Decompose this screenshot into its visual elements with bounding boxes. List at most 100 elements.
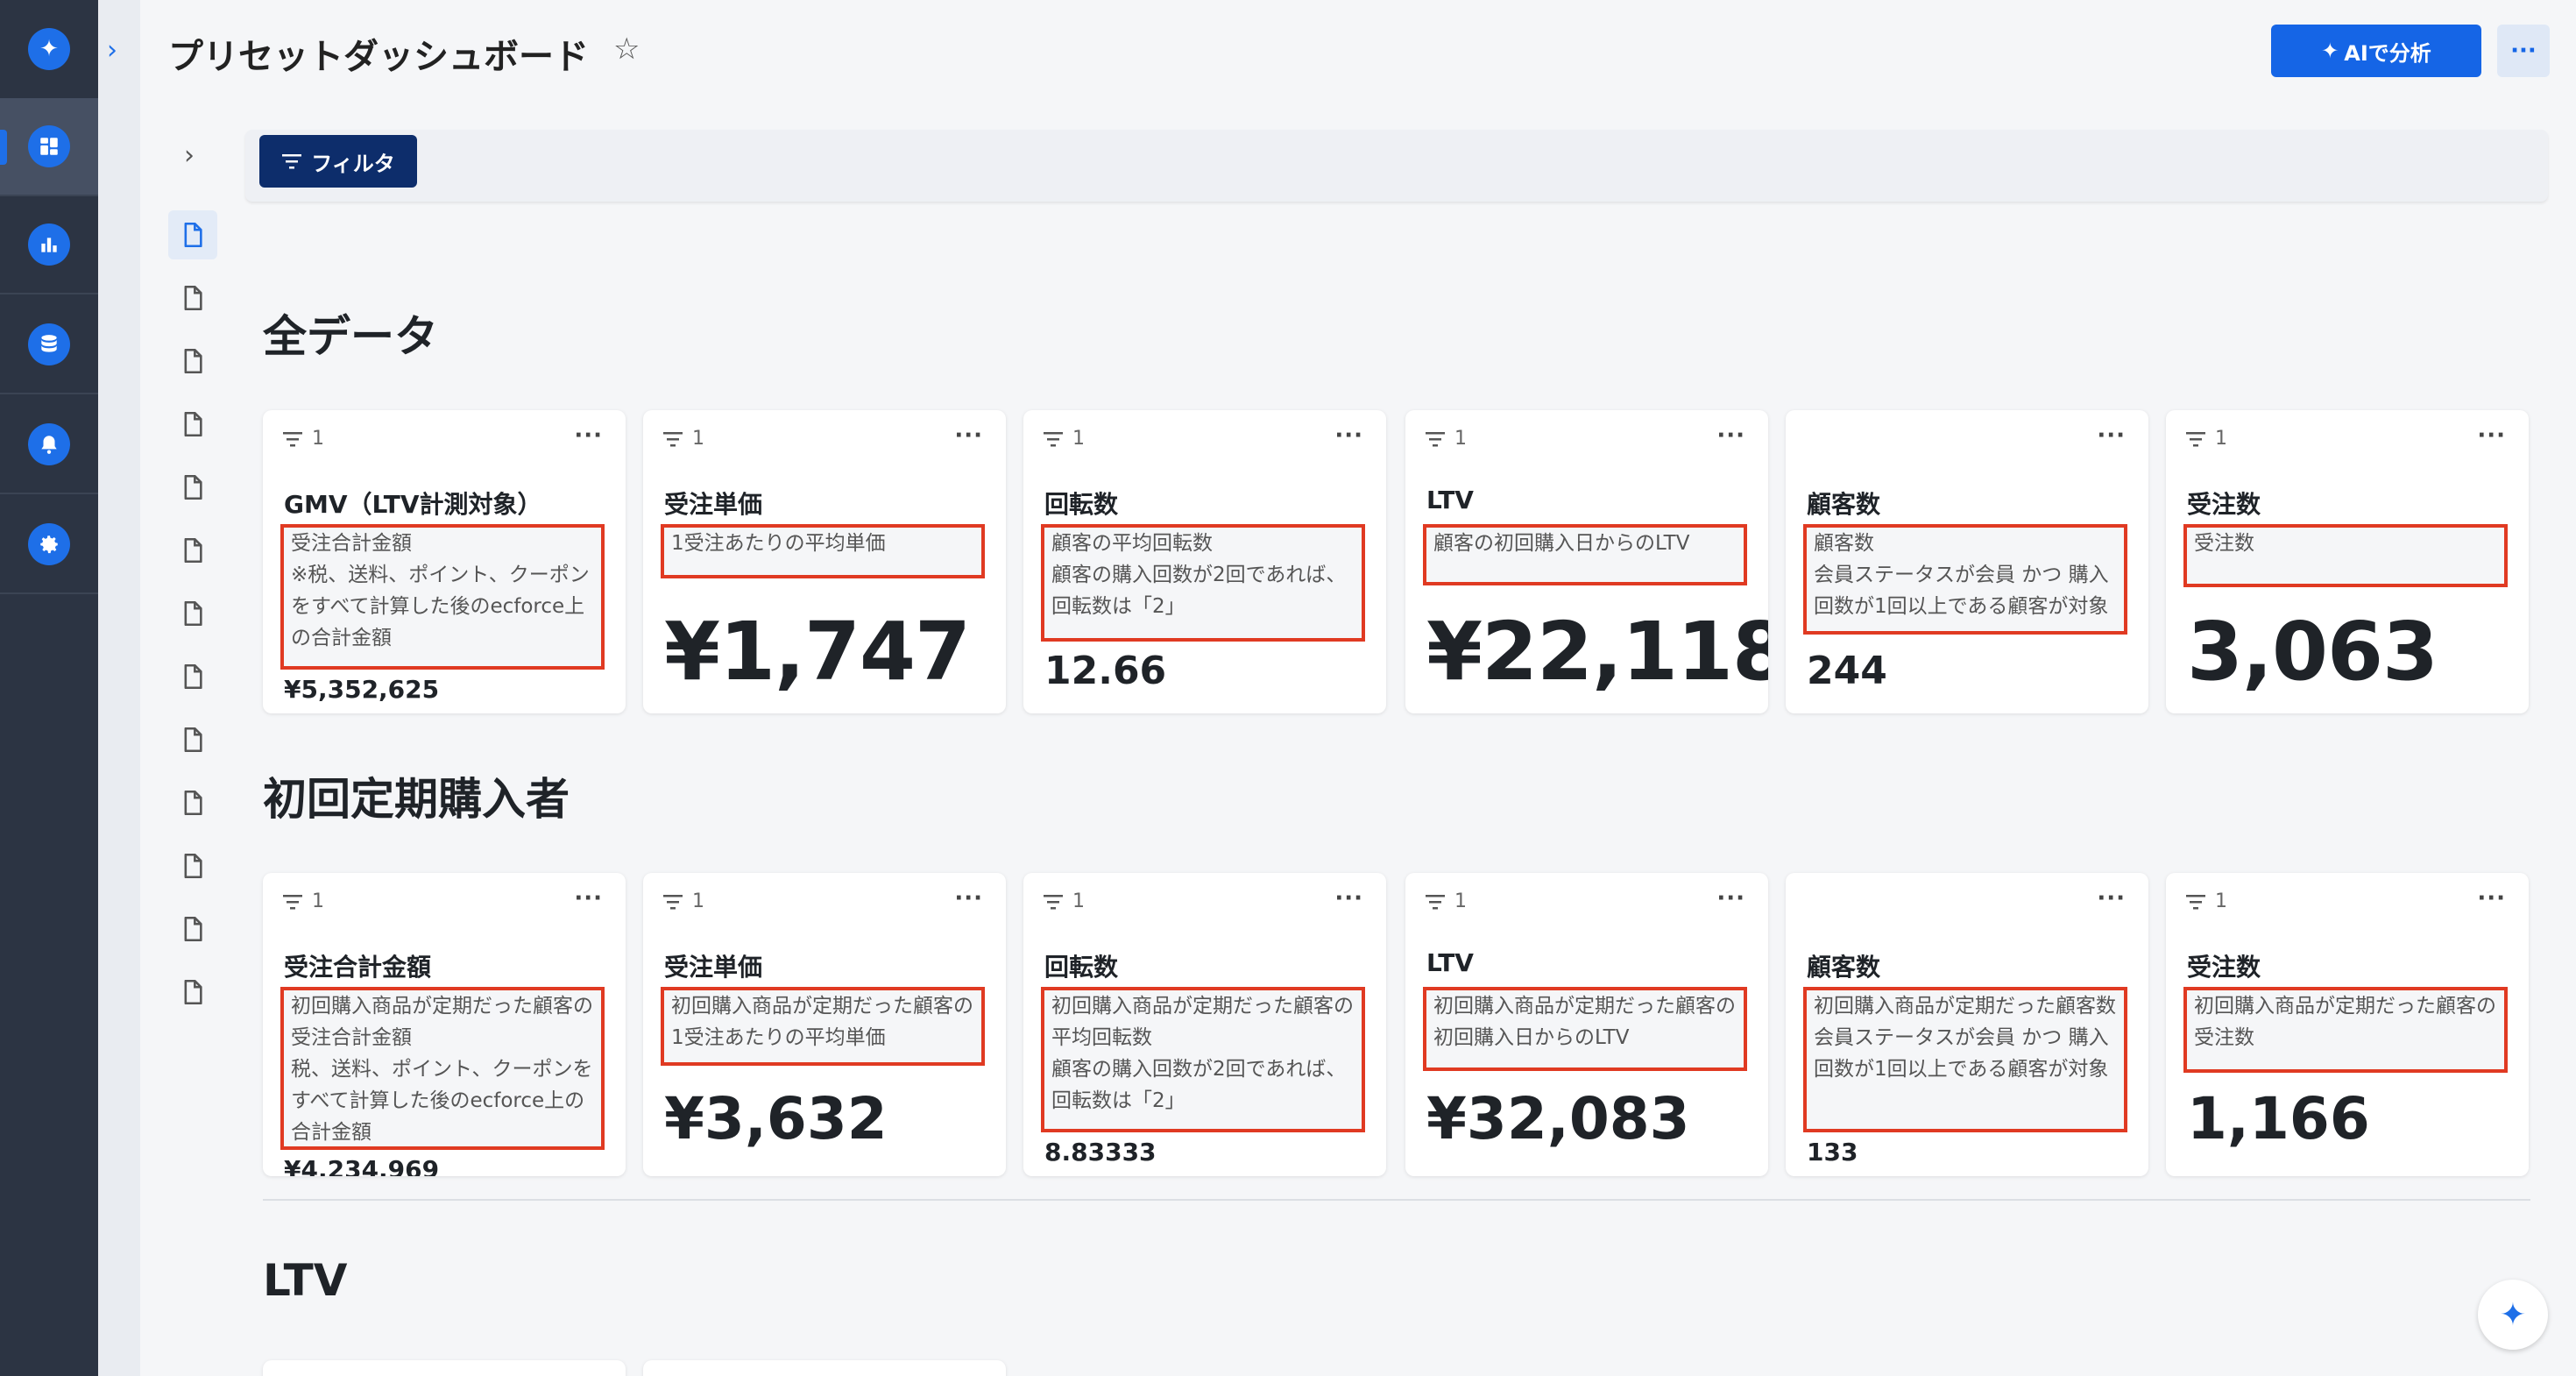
document-icon[interactable] — [168, 463, 217, 512]
metric-card[interactable]: 1 ··· LTV 顧客の初回購入日からのLTV ¥22,118 — [1405, 410, 1768, 713]
filter-icon — [1044, 431, 1063, 446]
document-icon[interactable] — [168, 778, 217, 827]
card-title: 受注単価 — [664, 490, 763, 519]
document-icon[interactable] — [168, 841, 217, 890]
document-icon[interactable] — [168, 400, 217, 449]
metric-card[interactable]: 1 ··· 受注単価 初回購入商品が定期だった顧客の1受注あたりの平均単価 ¥3,632 — [643, 873, 1006, 1176]
filter-count-value: 1 — [312, 890, 324, 912]
card-value: ¥22,118 — [1426, 605, 1768, 699]
card-value: 8.83333 — [1044, 1138, 1157, 1167]
logo-sparkle-icon[interactable]: ✦ — [28, 28, 70, 70]
filter-icon — [2186, 431, 2205, 446]
document-icon[interactable] — [168, 715, 217, 764]
page-header: プリセットダッシュボード ☆ ✦ AIで分析 ··· — [140, 0, 2576, 103]
card-title: 受注単価 — [664, 953, 763, 982]
metric-card[interactable]: 1 ··· 受注合計金額 初回購入商品が定期だった顧客の受注合計金額 税、送料、ポイン… — [263, 873, 626, 1176]
filter-label: フィルタ — [311, 151, 395, 176]
more-icon[interactable]: ··· — [1716, 885, 1745, 911]
chevron-right-icon[interactable]: › — [184, 140, 195, 171]
card-title: 受注数 — [2187, 953, 2261, 982]
filter-count[interactable]: 1 — [662, 428, 704, 450]
card-description: 顧客の平均回転数 顧客の購入回数が2回であれば、回転数は「2」 — [1041, 524, 1365, 642]
database-icon — [41, 335, 57, 352]
filter-count[interactable]: 1 — [1043, 890, 1085, 912]
card-title: 受注合計金額 — [284, 953, 432, 982]
more-icon[interactable]: ··· — [2477, 885, 2506, 911]
card-description: 初回購入商品が定期だった顧客の受注数 — [2183, 987, 2508, 1073]
more-icon[interactable]: ··· — [954, 885, 983, 911]
filter-count[interactable]: 1 — [2185, 428, 2227, 450]
document-icon[interactable] — [168, 904, 217, 954]
more-icon[interactable]: ··· — [1716, 422, 1745, 449]
section-title: 全データ — [263, 311, 438, 362]
filter-count[interactable]: 1 — [1425, 890, 1467, 912]
filter-count[interactable]: 1 — [662, 890, 704, 912]
card-description: 初回購入商品が定期だった顧客の初回購入日からのLTV — [1423, 987, 1747, 1071]
metric-card[interactable]: 1 ··· GMV（LTV計測対象） 受注合計金額 ※税、送料、ポイント、クーポンをす… — [263, 410, 626, 713]
card-value: 1,166 — [2187, 1085, 2370, 1153]
more-icon[interactable]: ··· — [2097, 422, 2126, 449]
metric-card[interactable]: 1 ··· 回転数 顧客の平均回転数 顧客の購入回数が2回であれば、回転数は「2」 12… — [1023, 410, 1386, 713]
card-title: 回転数 — [1044, 953, 1119, 982]
more-icon[interactable]: ··· — [954, 422, 983, 449]
metric-card[interactable]: 1 ··· 受注数 受注数 3,063 — [2166, 410, 2529, 713]
chevron-right-icon[interactable]: › — [107, 35, 117, 66]
page-nav: › — [140, 103, 245, 1376]
more-icon[interactable]: ··· — [2477, 422, 2506, 449]
card-title: GMV（LTV計測対象） — [284, 490, 542, 519]
more-icon[interactable]: ··· — [574, 885, 603, 911]
metric-card[interactable]: 1 ··· 受注数初回購入商品が定期だった顧客の受注数 1,166 — [2166, 873, 2529, 1176]
card-description: 受注合計金額 ※税、送料、ポイント、クーポンをすべて計算した後のecforce上… — [280, 524, 605, 670]
nav-dashboard[interactable] — [0, 98, 98, 196]
nav-notifications[interactable] — [0, 396, 98, 494]
metric-card[interactable]: ··· 顧客数 初回購入商品が定期だった顧客数 会員ステータスが会員 かつ 購入回数… — [1786, 873, 2148, 1176]
more-icon[interactable]: ··· — [574, 422, 603, 449]
document-icon[interactable] — [168, 652, 217, 701]
card-title: 受注数 — [2187, 490, 2261, 519]
more-icon[interactable]: ··· — [2497, 25, 2550, 77]
document-icon[interactable] — [168, 210, 217, 259]
filter-icon — [1426, 894, 1445, 909]
ai-sparkle-fab[interactable]: ✦ — [2478, 1280, 2548, 1350]
document-icon[interactable] — [168, 273, 217, 323]
more-icon[interactable]: ··· — [1334, 885, 1363, 911]
section-title: 初回定期購入者 — [263, 774, 570, 825]
metric-card[interactable]: 1 ··· 回転数 初回購入商品が定期だった顧客の平均回転数 顧客の購入回数が2回であ… — [1023, 873, 1386, 1176]
ai-analyze-button[interactable]: ✦ AIで分析 — [2271, 25, 2481, 77]
metric-card[interactable]: 1 ··· LTV 初回購入商品が定期だった顧客の初回購入日からのLTV ¥32,083 — [1405, 873, 1768, 1176]
filter-count[interactable]: 1 — [282, 428, 324, 450]
section-title: LTV — [263, 1255, 348, 1306]
left-rail: ✦ — [0, 0, 98, 1376]
page-title: プリセットダッシュボード — [168, 37, 589, 77]
card-title: LTV — [1426, 948, 1474, 977]
more-icon[interactable]: ··· — [1334, 422, 1363, 449]
nav-database[interactable] — [0, 296, 98, 394]
filter-icon — [283, 894, 302, 909]
more-icon[interactable]: ··· — [2097, 885, 2126, 911]
document-icon[interactable] — [168, 589, 217, 638]
document-icon[interactable] — [168, 968, 217, 1017]
card-description: 顧客の初回購入日からのLTV — [1423, 524, 1747, 585]
filter-count-value: 1 — [1072, 428, 1085, 450]
filter-icon — [282, 154, 302, 169]
filter-count[interactable]: 1 — [2185, 890, 2227, 912]
nav-settings[interactable] — [0, 496, 98, 594]
nav-charts[interactable] — [0, 196, 98, 294]
ai-analyze-label: AIで分析 — [2344, 40, 2431, 66]
document-icon[interactable] — [168, 526, 217, 575]
document-icon[interactable] — [168, 337, 217, 386]
filter-icon — [663, 431, 683, 446]
card-description: 初回購入商品が定期だった顧客の1受注あたりの平均単価 — [661, 987, 985, 1066]
filter-icon — [1426, 431, 1445, 446]
card-value: 133 — [1807, 1138, 1858, 1167]
filter-count[interactable]: 1 — [1043, 428, 1085, 450]
filter-count[interactable]: 1 — [282, 890, 324, 912]
filter-button[interactable]: フィルタ — [259, 135, 417, 188]
filter-count[interactable]: 1 — [1425, 428, 1467, 450]
filter-icon — [663, 894, 683, 909]
metric-card[interactable]: 1 ··· 受注単価 1受注あたりの平均単価 ¥1,747 — [643, 410, 1006, 713]
metric-card[interactable]: ··· 顧客数 顧客数 会員ステータスが会員 かつ 購入回数が1回以上である顧客が対… — [1786, 410, 2148, 713]
star-icon[interactable]: ☆ — [613, 32, 640, 67]
gear-icon — [40, 536, 58, 554]
filter-count-value: 1 — [692, 890, 704, 912]
